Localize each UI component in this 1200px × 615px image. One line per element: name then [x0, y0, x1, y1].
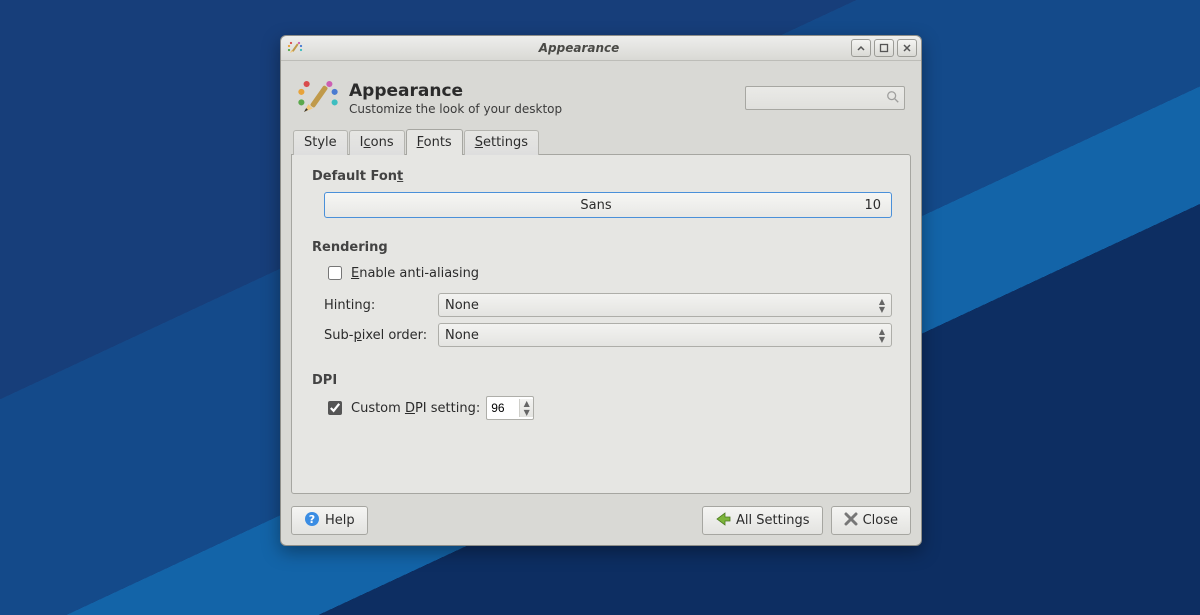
dpi-step-down[interactable]: ▼	[520, 408, 533, 417]
back-arrow-icon	[715, 511, 731, 531]
close-icon	[844, 512, 858, 530]
tab-style[interactable]: Style	[293, 130, 348, 155]
subpixel-combo[interactable]: None ▲▼	[438, 323, 892, 347]
tab-bar: Style Icons Fonts Settings	[291, 129, 911, 154]
custom-dpi-label: Custom DPI setting:	[351, 401, 480, 416]
dpi-spinbox[interactable]: ▲ ▼	[486, 396, 534, 420]
window-content: Appearance Customize the look of your de…	[281, 61, 921, 500]
tab-fonts[interactable]: Fonts	[406, 129, 463, 155]
subpixel-label: Sub-pixel order:	[324, 328, 432, 343]
help-icon: ?	[304, 511, 320, 531]
appearance-icon	[297, 77, 339, 119]
combo-stepper-icon: ▲▼	[879, 298, 885, 313]
dpi-step-up[interactable]: ▲	[520, 399, 533, 408]
custom-dpi-checkbox[interactable]	[328, 401, 342, 415]
desktop-background: Appearance	[0, 0, 1200, 615]
close-button[interactable]	[897, 39, 917, 57]
titlebar[interactable]: Appearance	[281, 36, 921, 61]
rendering-heading: Rendering	[312, 240, 892, 255]
page-subtitle: Customize the look of your desktop	[349, 102, 745, 116]
dpi-value-input[interactable]	[487, 401, 519, 415]
close-dialog-button[interactable]: Close	[831, 506, 911, 535]
action-bar: ? Help All Settings Close	[281, 500, 921, 545]
svg-text:?: ?	[309, 513, 315, 526]
fonts-panel: Default Font Sans 10 Rendering Enable an…	[291, 154, 911, 494]
default-font-button[interactable]: Sans 10	[324, 192, 892, 218]
font-name-label: Sans	[335, 198, 857, 213]
app-icon	[287, 40, 303, 56]
window-title: Appearance	[307, 41, 851, 55]
antialias-checkbox[interactable]	[328, 266, 342, 280]
dpi-heading: DPI	[312, 373, 892, 388]
maximize-button[interactable]	[874, 39, 894, 57]
header: Appearance Customize the look of your de…	[291, 69, 911, 129]
appearance-window: Appearance	[280, 35, 922, 546]
antialias-label: Enable anti-aliasing	[351, 266, 479, 281]
tab-settings[interactable]: Settings	[464, 130, 539, 155]
hinting-label: Hinting:	[324, 298, 432, 313]
hinting-combo[interactable]: None ▲▼	[438, 293, 892, 317]
font-size-label: 10	[857, 198, 881, 213]
all-settings-button[interactable]: All Settings	[702, 506, 823, 535]
default-font-heading: Default Font	[312, 169, 892, 184]
help-button[interactable]: ? Help	[291, 506, 368, 535]
minimize-button[interactable]	[851, 39, 871, 57]
page-title: Appearance	[349, 81, 745, 101]
tab-icons[interactable]: Icons	[349, 130, 405, 155]
search-input[interactable]	[745, 86, 905, 110]
subpixel-value: None	[445, 328, 479, 343]
hinting-value: None	[445, 298, 479, 313]
combo-stepper-icon: ▲▼	[879, 328, 885, 343]
search-icon	[886, 89, 900, 108]
